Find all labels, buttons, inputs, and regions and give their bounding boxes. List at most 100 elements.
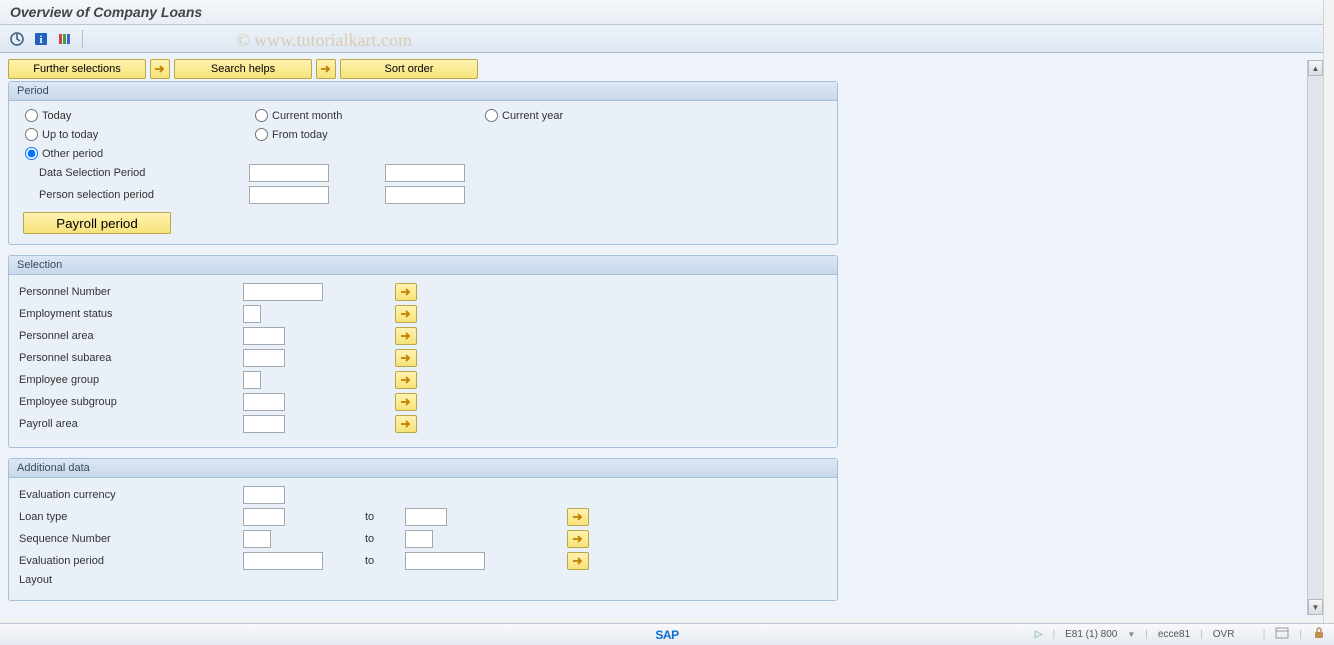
- sap-logo: SAP: [655, 628, 678, 642]
- person-selection-to-input[interactable]: [385, 186, 465, 204]
- data-selection-to-input[interactable]: [385, 164, 465, 182]
- selection-row: Personnel subarea: [19, 349, 827, 367]
- selection-field-input[interactable]: [243, 349, 285, 367]
- selection-field-label: Personnel subarea: [19, 352, 243, 364]
- app-toolbar: i: [0, 25, 1334, 53]
- sequence-number-label: Sequence Number: [19, 533, 243, 545]
- radio-up-to-today[interactable]: Up to today: [25, 128, 175, 141]
- toolbar-separator: [82, 30, 83, 48]
- loan-type-label: Loan type: [19, 511, 243, 523]
- selection-row: Employment status: [19, 305, 827, 323]
- period-group: Period Today Current month Current year …: [8, 81, 838, 245]
- search-helps-button[interactable]: Search helps: [174, 59, 312, 79]
- scroll-down-button[interactable]: ▼: [1308, 599, 1323, 615]
- arrow-right-icon: [572, 534, 584, 544]
- selection-field-label: Employee subgroup: [19, 396, 243, 408]
- to-label: to: [365, 555, 405, 567]
- additional-group-title: Additional data: [9, 459, 837, 478]
- status-system[interactable]: E81 (1) 800: [1065, 629, 1117, 640]
- sequence-from-input[interactable]: [243, 530, 271, 548]
- selection-field-input[interactable]: [243, 415, 285, 433]
- arrow-right-icon: [154, 64, 166, 74]
- arrow-right-icon: [320, 64, 332, 74]
- status-server: ecce81: [1158, 629, 1190, 640]
- selection-field-label: Personnel area: [19, 330, 243, 342]
- eval-period-from-input[interactable]: [243, 552, 323, 570]
- multiple-selection-button[interactable]: [395, 349, 417, 367]
- selection-field-label: Employment status: [19, 308, 243, 320]
- selection-buttons-row: Further selections Search helps Sort ord…: [8, 59, 1306, 79]
- selection-row: Employee group: [19, 371, 827, 389]
- layout-icon[interactable]: [1275, 627, 1289, 642]
- eval-period-label: Evaluation period: [19, 555, 243, 567]
- multiple-selection-button[interactable]: [395, 415, 417, 433]
- arrow-right-icon: [572, 512, 584, 522]
- eval-currency-input[interactable]: [243, 486, 285, 504]
- radio-current-month[interactable]: Current month: [255, 109, 405, 122]
- svg-text:i: i: [39, 34, 42, 46]
- status-bar: SAP ▷ | E81 (1) 800 ▼ | ecce81 | OVR | |: [0, 623, 1334, 645]
- execute-icon[interactable]: [8, 30, 26, 48]
- selection-field-input[interactable]: [243, 393, 285, 411]
- to-label: To: [329, 189, 385, 201]
- variant-icon[interactable]: [56, 30, 74, 48]
- multiple-selection-button[interactable]: [395, 393, 417, 411]
- dropdown-icon[interactable]: ▼: [1127, 630, 1135, 639]
- radio-today[interactable]: Today: [25, 109, 175, 122]
- data-selection-from-input[interactable]: [249, 164, 329, 182]
- eval-period-to-input[interactable]: [405, 552, 485, 570]
- selection-field-input[interactable]: [243, 371, 261, 389]
- arrow-right-icon: [572, 556, 584, 566]
- selection-group: Selection Personnel Number Employment sta…: [8, 255, 838, 448]
- sort-order-button[interactable]: Sort order: [340, 59, 478, 79]
- multiple-selection-button[interactable]: [395, 327, 417, 345]
- right-gutter: [1323, 0, 1334, 623]
- scroll-up-button[interactable]: ▲: [1308, 60, 1323, 76]
- sequence-to-input[interactable]: [405, 530, 433, 548]
- data-selection-label: Data Selection Period: [39, 167, 249, 179]
- selection-row: Personnel Number: [19, 283, 827, 301]
- status-nav-icon[interactable]: ▷: [1035, 629, 1043, 640]
- main-canvas: Further selections Search helps Sort ord…: [0, 53, 1334, 618]
- layout-label: Layout: [19, 574, 243, 586]
- lock-icon[interactable]: [1312, 626, 1326, 643]
- page-title: Overview of Company Loans: [0, 0, 1334, 25]
- loan-type-to-input[interactable]: [405, 508, 447, 526]
- payroll-period-button[interactable]: Payroll period: [23, 212, 171, 234]
- selection-row: Personnel area: [19, 327, 827, 345]
- person-selection-from-input[interactable]: [249, 186, 329, 204]
- search-helps-arrow-button[interactable]: [150, 59, 170, 79]
- loan-type-from-input[interactable]: [243, 508, 285, 526]
- selection-field-input[interactable]: [243, 305, 261, 323]
- radio-current-year[interactable]: Current year: [485, 109, 635, 122]
- eval-currency-label: Evaluation currency: [19, 489, 243, 501]
- sort-order-arrow-button[interactable]: [316, 59, 336, 79]
- multiple-selection-button[interactable]: [395, 283, 417, 301]
- radio-from-today[interactable]: From today: [255, 128, 405, 141]
- multiple-selection-button[interactable]: [395, 371, 417, 389]
- scroll-track[interactable]: [1308, 76, 1323, 599]
- selection-group-title: Selection: [9, 256, 837, 275]
- page-title-text: Overview of Company Loans: [10, 4, 202, 20]
- person-selection-label: Person selection period: [39, 189, 249, 201]
- selection-field-label: Employee group: [19, 374, 243, 386]
- to-label: to: [365, 533, 405, 545]
- selection-field-label: Payroll area: [19, 418, 243, 430]
- to-label: to: [365, 511, 405, 523]
- vertical-scrollbar[interactable]: ▲ ▼: [1307, 60, 1323, 615]
- additional-data-group: Additional data Evaluation currency Loan…: [8, 458, 838, 601]
- selection-row: Payroll area: [19, 415, 827, 433]
- radio-other-period[interactable]: Other period: [25, 147, 103, 160]
- sequence-multi-button[interactable]: [567, 530, 589, 548]
- loan-type-multi-button[interactable]: [567, 508, 589, 526]
- period-group-title: Period: [9, 82, 837, 101]
- selection-field-input[interactable]: [243, 283, 323, 301]
- eval-period-multi-button[interactable]: [567, 552, 589, 570]
- selection-field-input[interactable]: [243, 327, 285, 345]
- to-label: To: [329, 167, 385, 179]
- selection-field-label: Personnel Number: [19, 286, 243, 298]
- multiple-selection-button[interactable]: [395, 305, 417, 323]
- info-icon[interactable]: i: [32, 30, 50, 48]
- further-selections-button[interactable]: Further selections: [8, 59, 146, 79]
- status-mode: OVR: [1213, 629, 1235, 640]
